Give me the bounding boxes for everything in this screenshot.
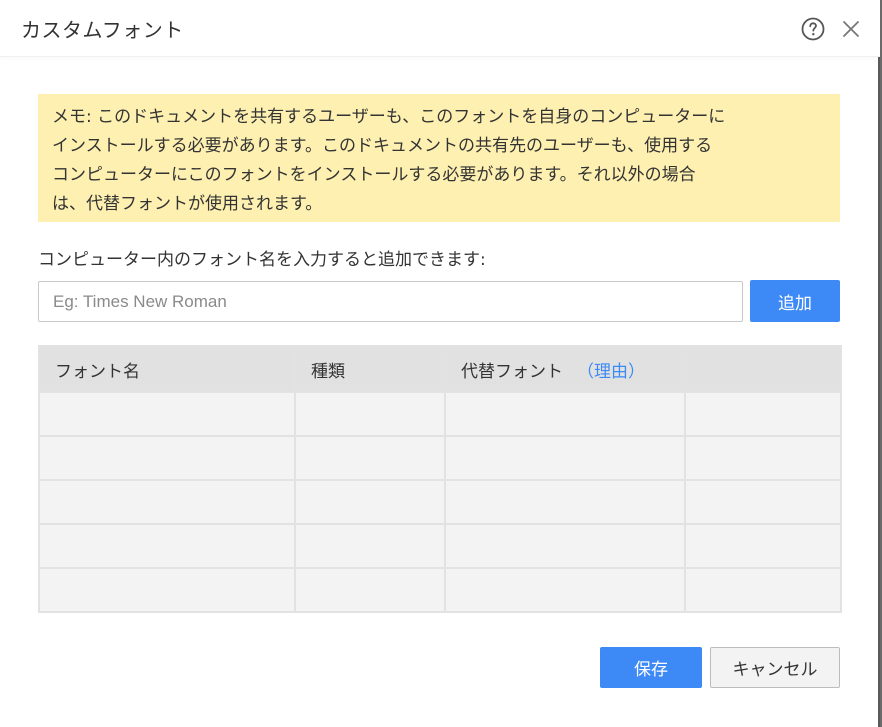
- table-cell: [444, 567, 686, 613]
- column-header-font-name: フォント名: [38, 345, 296, 393]
- reason-link[interactable]: （理由）: [577, 362, 645, 382]
- table-cell: [294, 567, 446, 613]
- table-cell: [294, 435, 446, 481]
- table-row: [38, 523, 842, 569]
- help-circle-icon[interactable]: [801, 17, 825, 41]
- table-cell: [294, 391, 446, 437]
- font-name-input[interactable]: [38, 281, 743, 322]
- table-cell: [294, 523, 446, 569]
- table-cell: [294, 479, 446, 525]
- column-header-substitute-font: 代替フォント （理由）: [444, 345, 686, 393]
- table-cell: [38, 567, 296, 613]
- cancel-button[interactable]: キャンセル: [710, 647, 840, 688]
- table-cell: [444, 523, 686, 569]
- save-button[interactable]: 保存: [600, 647, 702, 688]
- table-header-row: フォント名 種類 代替フォント （理由）: [38, 345, 842, 393]
- dialog-titlebar: カスタムフォント: [0, 0, 880, 57]
- table-row: [38, 391, 842, 437]
- table-cell: [38, 523, 296, 569]
- memo-notice: メモ: このドキュメントを共有するユーザーも、このフォントを自身のコンピューター…: [38, 94, 840, 222]
- substitute-font-label: 代替フォント: [461, 361, 563, 382]
- table-row: [38, 479, 842, 525]
- table-cell: [38, 435, 296, 481]
- table-cell: [444, 435, 686, 481]
- memo-line: メモ: このドキュメントを共有するユーザーも、このフォントを自身のコンピューター…: [52, 107, 726, 127]
- table-cell: [444, 391, 686, 437]
- font-table: フォント名 種類 代替フォント （理由）: [38, 345, 842, 613]
- memo-line: は、代替フォントが使用されます。: [52, 194, 323, 214]
- dialog-title: カスタムフォント: [21, 18, 184, 42]
- table-cell: [684, 479, 842, 525]
- custom-font-dialog: カスタムフォント メモ: このドキュメントを共有するユーザーも、このフォントを自…: [0, 0, 880, 727]
- table-cell: [38, 391, 296, 437]
- table-row: [38, 567, 842, 613]
- table-cell: [684, 523, 842, 569]
- table-cell: [684, 391, 842, 437]
- table-row: [38, 435, 842, 481]
- memo-line: コンピューターにこのフォントをインストールする必要があります。それ以外の場合: [52, 165, 696, 185]
- table-cell: [684, 567, 842, 613]
- close-icon[interactable]: [841, 19, 861, 39]
- column-header-type: 種類: [294, 345, 446, 393]
- table-cell: [684, 435, 842, 481]
- add-button[interactable]: 追加: [750, 280, 840, 322]
- table-cell: [444, 479, 686, 525]
- instruction-label: コンピューター内のフォント名を入力すると追加できます:: [38, 250, 486, 270]
- table-cell: [38, 479, 296, 525]
- column-header-actions: [684, 345, 842, 393]
- memo-line: インストールする必要があります。このドキュメントの共有先のユーザーも、使用する: [52, 136, 713, 156]
